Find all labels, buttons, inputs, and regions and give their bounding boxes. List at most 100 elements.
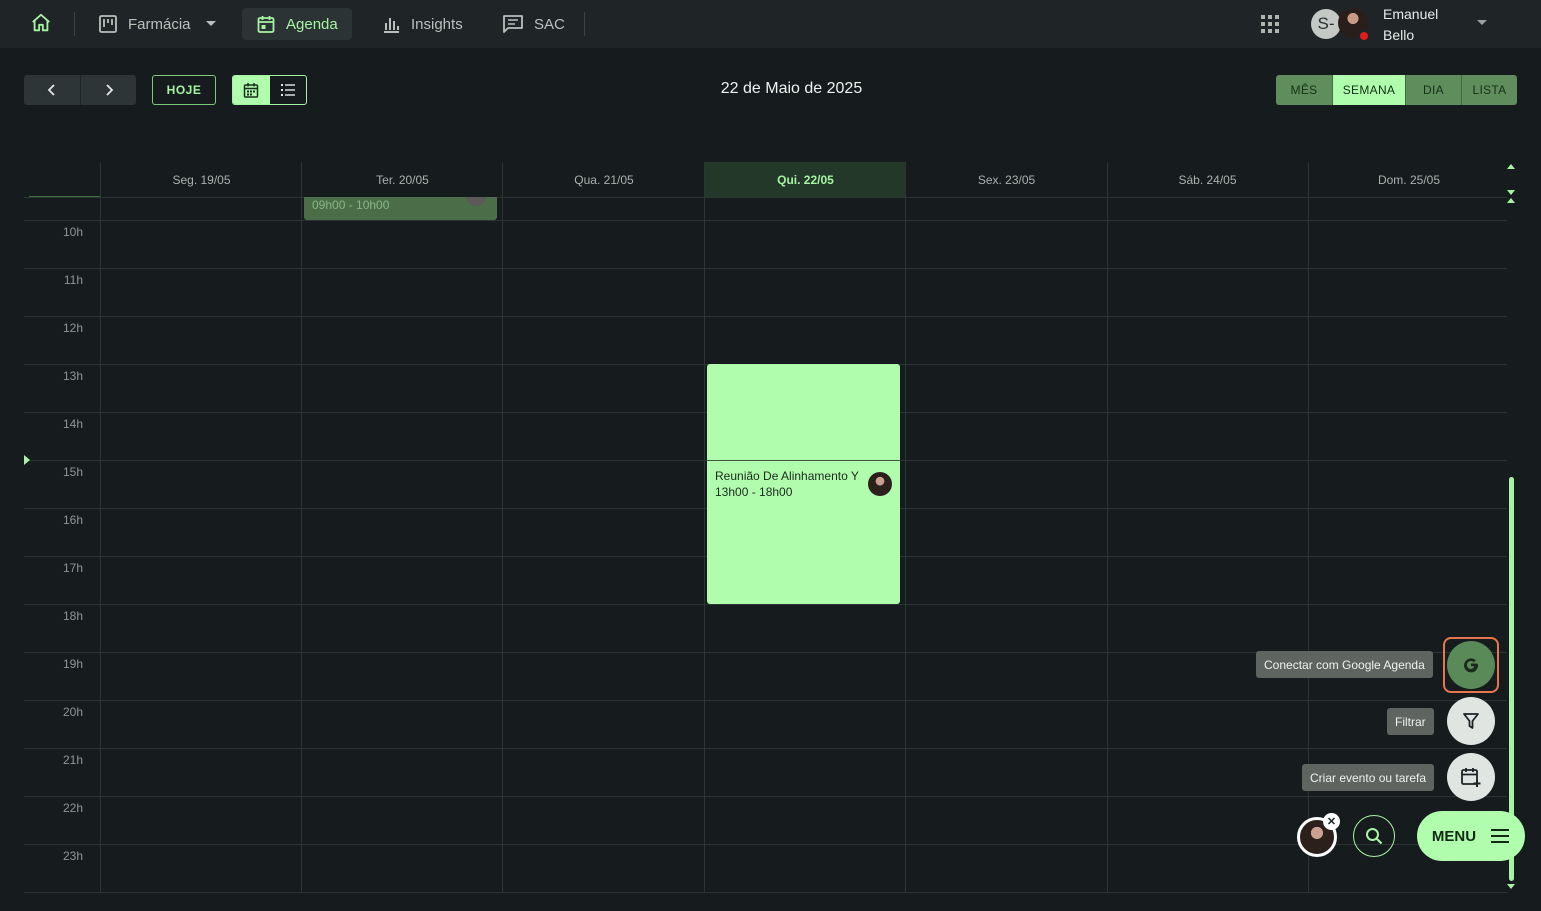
nav-item-label: Agenda	[286, 15, 338, 33]
display-mode-toggle	[232, 75, 307, 105]
hour-label: 18h	[62, 609, 83, 623]
event-avatar	[466, 197, 486, 206]
nav-item-farmacia[interactable]: Farmácia	[84, 8, 235, 40]
day-header[interactable]: Qua. 21/05	[503, 162, 705, 197]
column-divider	[502, 162, 503, 893]
today-button[interactable]: HOJE	[152, 75, 216, 105]
day-header[interactable]: Ter. 20/05	[302, 162, 503, 197]
hour-divider	[24, 700, 1507, 701]
day-header[interactable]: Sáb. 24/05	[1107, 162, 1308, 197]
event-avatar	[868, 472, 892, 496]
hour-label: 19h	[62, 657, 83, 671]
chevron-right-icon	[105, 84, 113, 96]
menu-button[interactable]: MENU	[1417, 811, 1525, 861]
filter-button[interactable]	[1447, 697, 1495, 745]
column-divider	[905, 162, 906, 893]
hour-label: 22h	[62, 801, 83, 815]
home-icon[interactable]	[30, 12, 52, 34]
week-calendar: Seg. 19/05 Ter. 20/05 Qua. 21/05 Qui. 22…	[24, 162, 1507, 893]
view-month-button[interactable]: MÊS	[1276, 75, 1332, 105]
chevron-left-icon	[47, 84, 55, 96]
calendar-icon	[257, 16, 275, 33]
day-header[interactable]: Seg. 19/05	[101, 162, 302, 197]
hour-label: 21h	[62, 753, 83, 767]
scroll-up-arrow-icon[interactable]	[1507, 198, 1515, 203]
google-agenda-tooltip: Conectar com Google Agenda	[1256, 651, 1433, 678]
google-icon	[1464, 658, 1479, 673]
user-name[interactable]: Emanuel Bello	[1383, 4, 1463, 46]
hour-divider	[24, 220, 1507, 221]
nav-item-agenda[interactable]: Agenda	[242, 8, 352, 40]
hour-divider	[24, 892, 1507, 893]
create-event-button[interactable]	[1447, 753, 1495, 801]
column-divider	[704, 162, 705, 893]
hour-divider	[24, 604, 1507, 605]
calendar-view-button[interactable]	[233, 76, 270, 104]
hour-divider	[24, 796, 1507, 797]
apps-grid-icon[interactable]	[1261, 15, 1279, 33]
scroll-up-arrow-icon[interactable]	[1507, 164, 1515, 169]
column-divider	[1107, 162, 1108, 893]
day-header[interactable]: Dom. 25/05	[1308, 162, 1510, 197]
bar-chart-icon	[384, 18, 399, 33]
current-time-marker	[24, 455, 30, 465]
hour-label: 12h	[62, 321, 83, 335]
hour-divider	[24, 197, 1507, 198]
calendar-icon	[244, 83, 259, 98]
event-time: 09h00 - 10h00	[312, 198, 390, 212]
nav-item-label: Insights	[411, 15, 463, 33]
hour-divider	[24, 844, 1507, 845]
hour-label: 13h	[62, 369, 83, 383]
previous-button[interactable]	[24, 75, 80, 105]
current-date-title: 22 de Maio de 2025	[720, 80, 863, 97]
calendar-add-icon	[1461, 768, 1481, 787]
nav-item-label: Farmácia	[128, 15, 191, 33]
chevron-down-icon[interactable]	[201, 19, 221, 29]
nav-item-sac[interactable]: SAC	[488, 8, 579, 40]
event-block-partial[interactable]: 09h00 - 10h00	[304, 197, 497, 220]
view-week-button[interactable]: SEMANA	[1332, 75, 1405, 105]
hour-label: 16h	[62, 513, 83, 527]
search-button[interactable]	[1353, 815, 1395, 857]
column-divider	[301, 162, 302, 893]
workspace-avatar[interactable]: S-	[1311, 9, 1341, 39]
kanban-icon	[99, 15, 117, 33]
hour-label: 14h	[62, 417, 83, 431]
nav-divider	[584, 12, 585, 36]
menu-label: MENU	[1431, 827, 1477, 845]
hour-label: 11h	[63, 273, 83, 287]
scroll-down-arrow-icon[interactable]	[1507, 190, 1515, 195]
hour-divider	[24, 748, 1507, 749]
filter-tooltip: Filtrar	[1387, 708, 1434, 735]
next-button[interactable]	[80, 75, 136, 105]
view-list-button[interactable]: LISTA	[1461, 75, 1517, 105]
day-header-row: Seg. 19/05 Ter. 20/05 Qua. 21/05 Qui. 22…	[24, 162, 1507, 197]
hour-divider	[24, 316, 1507, 317]
create-event-tooltip: Criar evento ou tarefa	[1302, 764, 1435, 791]
hour-label: 20h	[62, 705, 83, 719]
hour-label: 10h	[62, 225, 83, 239]
event-title[interactable]: Reunião De Alinhamento Y	[715, 469, 865, 483]
top-navigation-bar: Farmácia Agenda Insights SAC S- Emanuel …	[0, 0, 1541, 48]
hamburger-icon	[1491, 829, 1510, 843]
scroll-down-arrow-icon[interactable]	[1507, 884, 1515, 889]
view-day-button[interactable]: DIA	[1405, 75, 1461, 105]
list-view-button[interactable]	[270, 76, 307, 104]
nav-item-insights[interactable]: Insights	[367, 8, 477, 40]
connect-google-button[interactable]	[1447, 641, 1495, 689]
hour-label: 23h	[62, 849, 83, 863]
day-header-today[interactable]: Qui. 22/05	[705, 162, 906, 197]
search-icon	[1366, 828, 1383, 845]
list-icon	[280, 84, 295, 96]
period-navigation	[24, 75, 136, 105]
column-divider	[100, 162, 101, 893]
nav-item-label: SAC	[534, 15, 565, 33]
status-indicator	[1358, 30, 1370, 42]
range-selector: MÊS SEMANA DIA LISTA	[1276, 75, 1517, 105]
filter-icon	[1463, 713, 1479, 729]
user-menu-caret-icon[interactable]	[1477, 20, 1487, 25]
close-icon[interactable]: ✕	[1323, 813, 1340, 830]
hour-divider	[24, 268, 1507, 269]
hour-label: 15h	[62, 465, 83, 479]
day-header[interactable]: Sex. 23/05	[906, 162, 1107, 197]
